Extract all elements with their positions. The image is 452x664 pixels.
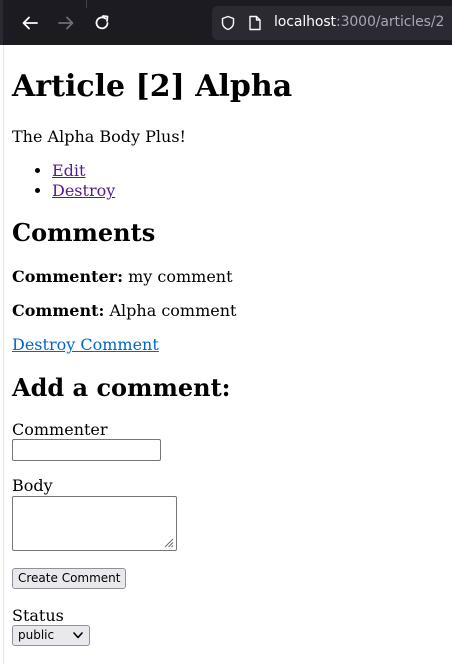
commenter-field-label: Commenter <box>12 420 108 439</box>
article-title: Article [2] Alpha <box>12 69 293 104</box>
destroy-comment-link[interactable]: Destroy Comment <box>12 335 159 354</box>
tab-edge <box>86 0 87 8</box>
comment-label: Comment: <box>12 301 105 320</box>
destroy-link[interactable]: Destroy <box>52 181 115 200</box>
url-host: localhost <box>274 14 336 30</box>
article-actions: Edit Destroy <box>12 161 115 201</box>
commenter-input[interactable] <box>12 439 161 461</box>
list-item: Edit <box>52 161 115 181</box>
url-path: :3000/articles/2 <box>335 14 445 30</box>
add-comment-heading: Add a comment: <box>12 373 231 402</box>
url-bar[interactable]: localhost:3000/articles/2 <box>212 6 452 40</box>
edit-link[interactable]: Edit <box>52 161 85 180</box>
destroy-comment-row: Destroy Comment <box>12 335 159 355</box>
comment-value: Alpha comment <box>109 301 237 320</box>
list-item: Destroy <box>52 181 115 201</box>
forward-arrow-icon <box>58 16 74 30</box>
back-arrow-icon <box>22 16 38 30</box>
page-icon[interactable] <box>248 15 262 31</box>
body-textarea[interactable] <box>12 496 177 551</box>
chevron-down-icon <box>73 632 83 639</box>
page-content: Article [2] Alpha The Alpha Body Plus! E… <box>3 45 452 664</box>
forward-button[interactable] <box>53 10 79 36</box>
back-button[interactable] <box>17 10 43 36</box>
body-field-label: Body <box>12 476 53 495</box>
create-comment-button[interactable]: Create Comment <box>12 568 127 589</box>
comments-heading: Comments <box>12 218 156 247</box>
reload-button[interactable] <box>89 10 115 36</box>
commenter-value: my comment <box>128 267 233 286</box>
comment-commenter: Commenter: my comment <box>12 267 233 287</box>
commenter-label: Commenter: <box>12 267 123 286</box>
article-body: The Alpha Body Plus! <box>12 127 186 146</box>
shield-icon[interactable] <box>220 15 236 31</box>
reload-icon <box>95 15 109 30</box>
url-text[interactable]: localhost:3000/articles/2 <box>274 14 444 30</box>
status-field-label: Status <box>12 606 64 625</box>
status-selected-value: public <box>18 628 55 642</box>
comment-body: Comment: Alpha comment <box>12 301 236 321</box>
resize-grip-icon[interactable] <box>163 537 174 548</box>
status-select[interactable]: public <box>12 625 90 646</box>
browser-toolbar: localhost:3000/articles/2 <box>0 0 452 45</box>
